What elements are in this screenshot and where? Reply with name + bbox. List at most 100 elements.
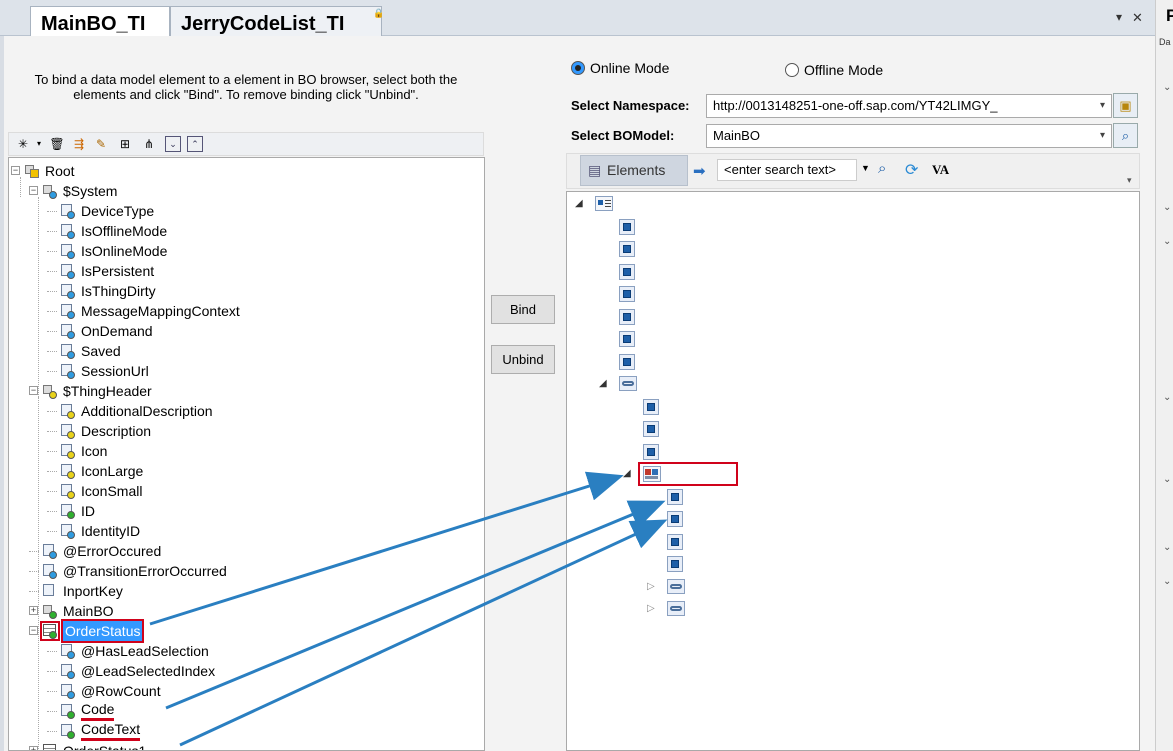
expand-icon[interactable]: ▷: [647, 599, 655, 619]
collapse-icon[interactable]: −: [11, 166, 20, 175]
tree-node-messagemappingcontext[interactable]: MessageMappingContext: [9, 301, 479, 321]
bo-node-mainbo[interactable]: ◢: [567, 194, 1127, 214]
edit-mapping-icon[interactable]: ✎: [93, 136, 109, 152]
collapse-icon[interactable]: −: [29, 186, 38, 195]
bo-node-codelist[interactable]: ◢: [623, 462, 738, 486]
tree-node-orderstatus1[interactable]: + OrderStatus1: [9, 741, 479, 750]
toolbar-overflow-icon[interactable]: ▾: [1127, 175, 1132, 186]
bo-node-code[interactable]: [567, 487, 1127, 507]
tree-node-description[interactable]: Description: [9, 421, 479, 441]
expand-icon[interactable]: +: [29, 746, 38, 750]
chevron-down-icon[interactable]: ⌄: [1163, 236, 1171, 247]
chevron-down-icon[interactable]: ⌄: [1163, 202, 1171, 213]
search-bomodel-icon[interactable]: ⌕: [1113, 123, 1138, 148]
chevron-down-icon[interactable]: ⌄: [1163, 392, 1171, 403]
va-button[interactable]: VA: [932, 162, 949, 178]
search-dropdown-icon[interactable]: ▼: [861, 163, 870, 173]
tree-node-ondemand[interactable]: OnDemand: [9, 321, 479, 341]
bo-node-codelistboid[interactable]: [567, 397, 1127, 417]
tree-node-inportkey[interactable]: InportKey: [9, 581, 479, 601]
tree-node-root[interactable]: − Root: [9, 161, 479, 181]
tree-node-id[interactable]: ID: [9, 501, 479, 521]
chevron-down-icon[interactable]: ▾: [1100, 95, 1105, 117]
delete-icon[interactable]: 🗑: [49, 136, 65, 152]
tab-mainbo-ti[interactable]: MainBO_TI: [30, 6, 170, 37]
tree-node-orderstatus[interactable]: − OrderStatus: [9, 619, 479, 643]
expand-icon[interactable]: +: [29, 606, 38, 615]
tree-node-hasleadselection[interactable]: @HasLeadSelection: [9, 641, 479, 661]
bo-node-ordername[interactable]: [567, 284, 1127, 304]
tree-node-isofflinemode[interactable]: IsOfflineMode: [9, 221, 479, 241]
tree-node-leadselectedindex[interactable]: @LeadSelectedIndex: [9, 661, 479, 681]
tree-node-codetext[interactable]: CodeText: [9, 721, 479, 741]
bo-node-sap-uuid[interactable]: [567, 352, 1127, 372]
tree-node-transitionerroroccurred[interactable]: @TransitionErrorOccurred: [9, 561, 479, 581]
bo-node-sap-uuid[interactable]: [567, 554, 1127, 574]
tab-list-dropdown-icon[interactable]: ▾: [1116, 10, 1122, 24]
tree-node-icon[interactable]: Icon: [9, 441, 479, 461]
bo-node-nodeid[interactable]: [567, 262, 1127, 282]
chevron-down-icon[interactable]: ⌄: [1163, 474, 1171, 485]
tree-node-code[interactable]: Code: [9, 701, 479, 721]
bo-node-codetext[interactable]: [567, 509, 1127, 529]
elements-button[interactable]: ▤ Elements: [580, 155, 688, 186]
hierarchy-icon[interactable]: ⊞: [117, 136, 133, 152]
tree-node-iconsmall[interactable]: IconSmall: [9, 481, 479, 501]
unbind-button[interactable]: Unbind: [491, 345, 555, 374]
refresh-icon[interactable]: ⟳: [905, 160, 918, 180]
tree-node-saved[interactable]: Saved: [9, 341, 479, 361]
tree-node-isonlinemode[interactable]: IsOnlineMode: [9, 241, 479, 261]
chevron-down-icon[interactable]: ⌄: [1163, 542, 1171, 553]
tree-node-mainbo[interactable]: + MainBO: [9, 601, 479, 621]
tree-node-sessionurl[interactable]: SessionUrl: [9, 361, 479, 381]
collapse-icon[interactable]: −: [29, 626, 38, 635]
expand-icon[interactable]: ▷: [647, 577, 655, 597]
tree-node-thingheader[interactable]: − $ThingHeader: [9, 381, 479, 401]
bo-node-mainboid[interactable]: [567, 239, 1127, 259]
tree-structure-icon[interactable]: ⋔: [141, 136, 157, 152]
tab-jerrycodelist-ti[interactable]: JerryCodeList_TI: [170, 6, 382, 37]
tree-node-devicetype[interactable]: DeviceType: [9, 201, 479, 221]
tree-node-iconlarge[interactable]: IconLarge: [9, 461, 479, 481]
bo-node-toparent[interactable]: ▷: [567, 577, 1127, 597]
online-mode-radio[interactable]: [571, 61, 585, 75]
bo-node-nodeid[interactable]: [567, 532, 1127, 552]
offline-mode-radio[interactable]: [785, 63, 799, 77]
collapse-icon[interactable]: −: [29, 386, 38, 395]
collapse-icon[interactable]: ◢: [599, 374, 607, 394]
collapse-icon[interactable]: ◢: [575, 194, 583, 214]
bo-node-sap-tocodelist[interactable]: [567, 329, 1127, 349]
chevron-down-icon[interactable]: ▾: [1100, 125, 1105, 147]
chevron-down-icon[interactable]: ⌄: [1163, 82, 1171, 93]
bo-node-toroot[interactable]: ▷: [567, 599, 1127, 619]
expand-all-icon[interactable]: ⌄: [165, 136, 181, 152]
bo-node-codelistboid[interactable]: [567, 217, 1127, 237]
bo-node-nodeid[interactable]: [567, 419, 1127, 439]
bo-node-orderstatus[interactable]: [567, 307, 1127, 327]
search-icon[interactable]: ⌕: [878, 160, 886, 177]
tree-node-identityid[interactable]: IdentityID: [9, 521, 479, 541]
generate-icon[interactable]: ⇶: [71, 136, 87, 152]
open-namespace-icon[interactable]: ▣: [1113, 93, 1138, 118]
close-tab-icon[interactable]: ✕: [1132, 10, 1143, 26]
tree-node-isthingdirty[interactable]: IsThingDirty: [9, 281, 479, 301]
search-input[interactable]: <enter search text>: [717, 159, 857, 181]
bo-node-sap-uuid[interactable]: [567, 442, 1127, 462]
collapse-all-icon[interactable]: ⌃: [187, 136, 203, 152]
new-item-dropdown-icon[interactable]: ▾: [31, 136, 47, 152]
tree-node-system[interactable]: − $System: [9, 181, 479, 201]
tree-node-erroroccured[interactable]: @ErrorOccured: [9, 541, 479, 561]
namespace-select[interactable]: http://0013148251-one-off.sap.com/YT42LI…: [706, 94, 1112, 118]
bomodel-select[interactable]: MainBO ▾: [706, 124, 1112, 148]
bind-button[interactable]: Bind: [491, 295, 555, 324]
tree-node-rowcount[interactable]: @RowCount: [9, 681, 479, 701]
tree-node-additionaldescription[interactable]: AdditionalDescription: [9, 401, 479, 421]
bo-browser-tree[interactable]: ◢ ◢ ◢ ▷ ▷: [566, 191, 1140, 751]
data-model-tree[interactable]: − Root − $System DeviceType IsOfflineMode IsOn…: [8, 157, 485, 751]
collapse-icon[interactable]: ◢: [623, 464, 631, 484]
new-item-icon[interactable]: ✳: [15, 136, 31, 152]
bo-node-tocodelist[interactable]: ◢: [567, 374, 1127, 394]
arrow-right-icon[interactable]: ➡: [693, 162, 706, 180]
chevron-down-icon[interactable]: ⌄: [1163, 576, 1171, 587]
tree-node-ispersistent[interactable]: IsPersistent: [9, 261, 479, 281]
